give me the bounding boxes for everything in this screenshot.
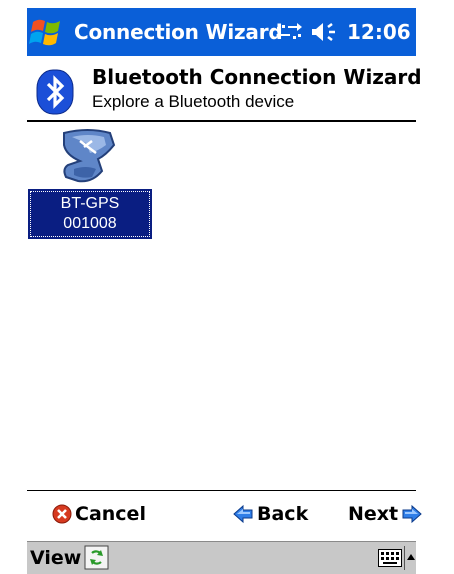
back-label: Back bbox=[257, 503, 309, 525]
back-button[interactable]: Back bbox=[233, 498, 308, 530]
connectivity-arrows-icon[interactable] bbox=[275, 21, 303, 43]
menu-bar: View bbox=[27, 541, 416, 574]
windows-flag-icon bbox=[29, 19, 60, 46]
next-label: Next bbox=[348, 503, 399, 525]
header-divider bbox=[27, 120, 416, 122]
keyboard-icon[interactable] bbox=[378, 549, 402, 567]
next-button[interactable]: Next bbox=[348, 498, 422, 530]
start-button[interactable] bbox=[27, 8, 65, 56]
cancel-icon bbox=[52, 504, 72, 524]
wizard-title: Bluetooth Connection Wizard bbox=[92, 65, 422, 89]
next-arrow-icon bbox=[402, 504, 422, 524]
up-arrow-icon[interactable] bbox=[407, 553, 415, 561]
bluetooth-device-icon bbox=[63, 129, 116, 183]
bluetooth-icon bbox=[36, 69, 74, 115]
device-id: 001008 bbox=[63, 215, 117, 232]
cancel-button[interactable]: Cancel bbox=[52, 498, 146, 530]
window-title: Connection Wizard bbox=[74, 20, 283, 44]
refresh-icon[interactable] bbox=[84, 545, 109, 570]
device-name: BT-GPS bbox=[60, 195, 120, 212]
device-item-bt-gps[interactable]: BT-GPS 001008 bbox=[28, 125, 152, 241]
sip-divider bbox=[404, 546, 405, 570]
view-menu[interactable]: View bbox=[30, 546, 81, 570]
wizard-subtitle: Explore a Bluetooth device bbox=[92, 92, 295, 111]
title-bar: Connection Wizard 12:06 bbox=[27, 8, 416, 56]
nav-divider bbox=[27, 490, 416, 491]
device-label[interactable]: BT-GPS 001008 bbox=[28, 189, 152, 239]
cancel-label: Cancel bbox=[75, 503, 146, 525]
clock[interactable]: 12:06 bbox=[347, 20, 411, 44]
speaker-icon[interactable] bbox=[311, 20, 341, 44]
back-arrow-icon bbox=[233, 504, 253, 524]
